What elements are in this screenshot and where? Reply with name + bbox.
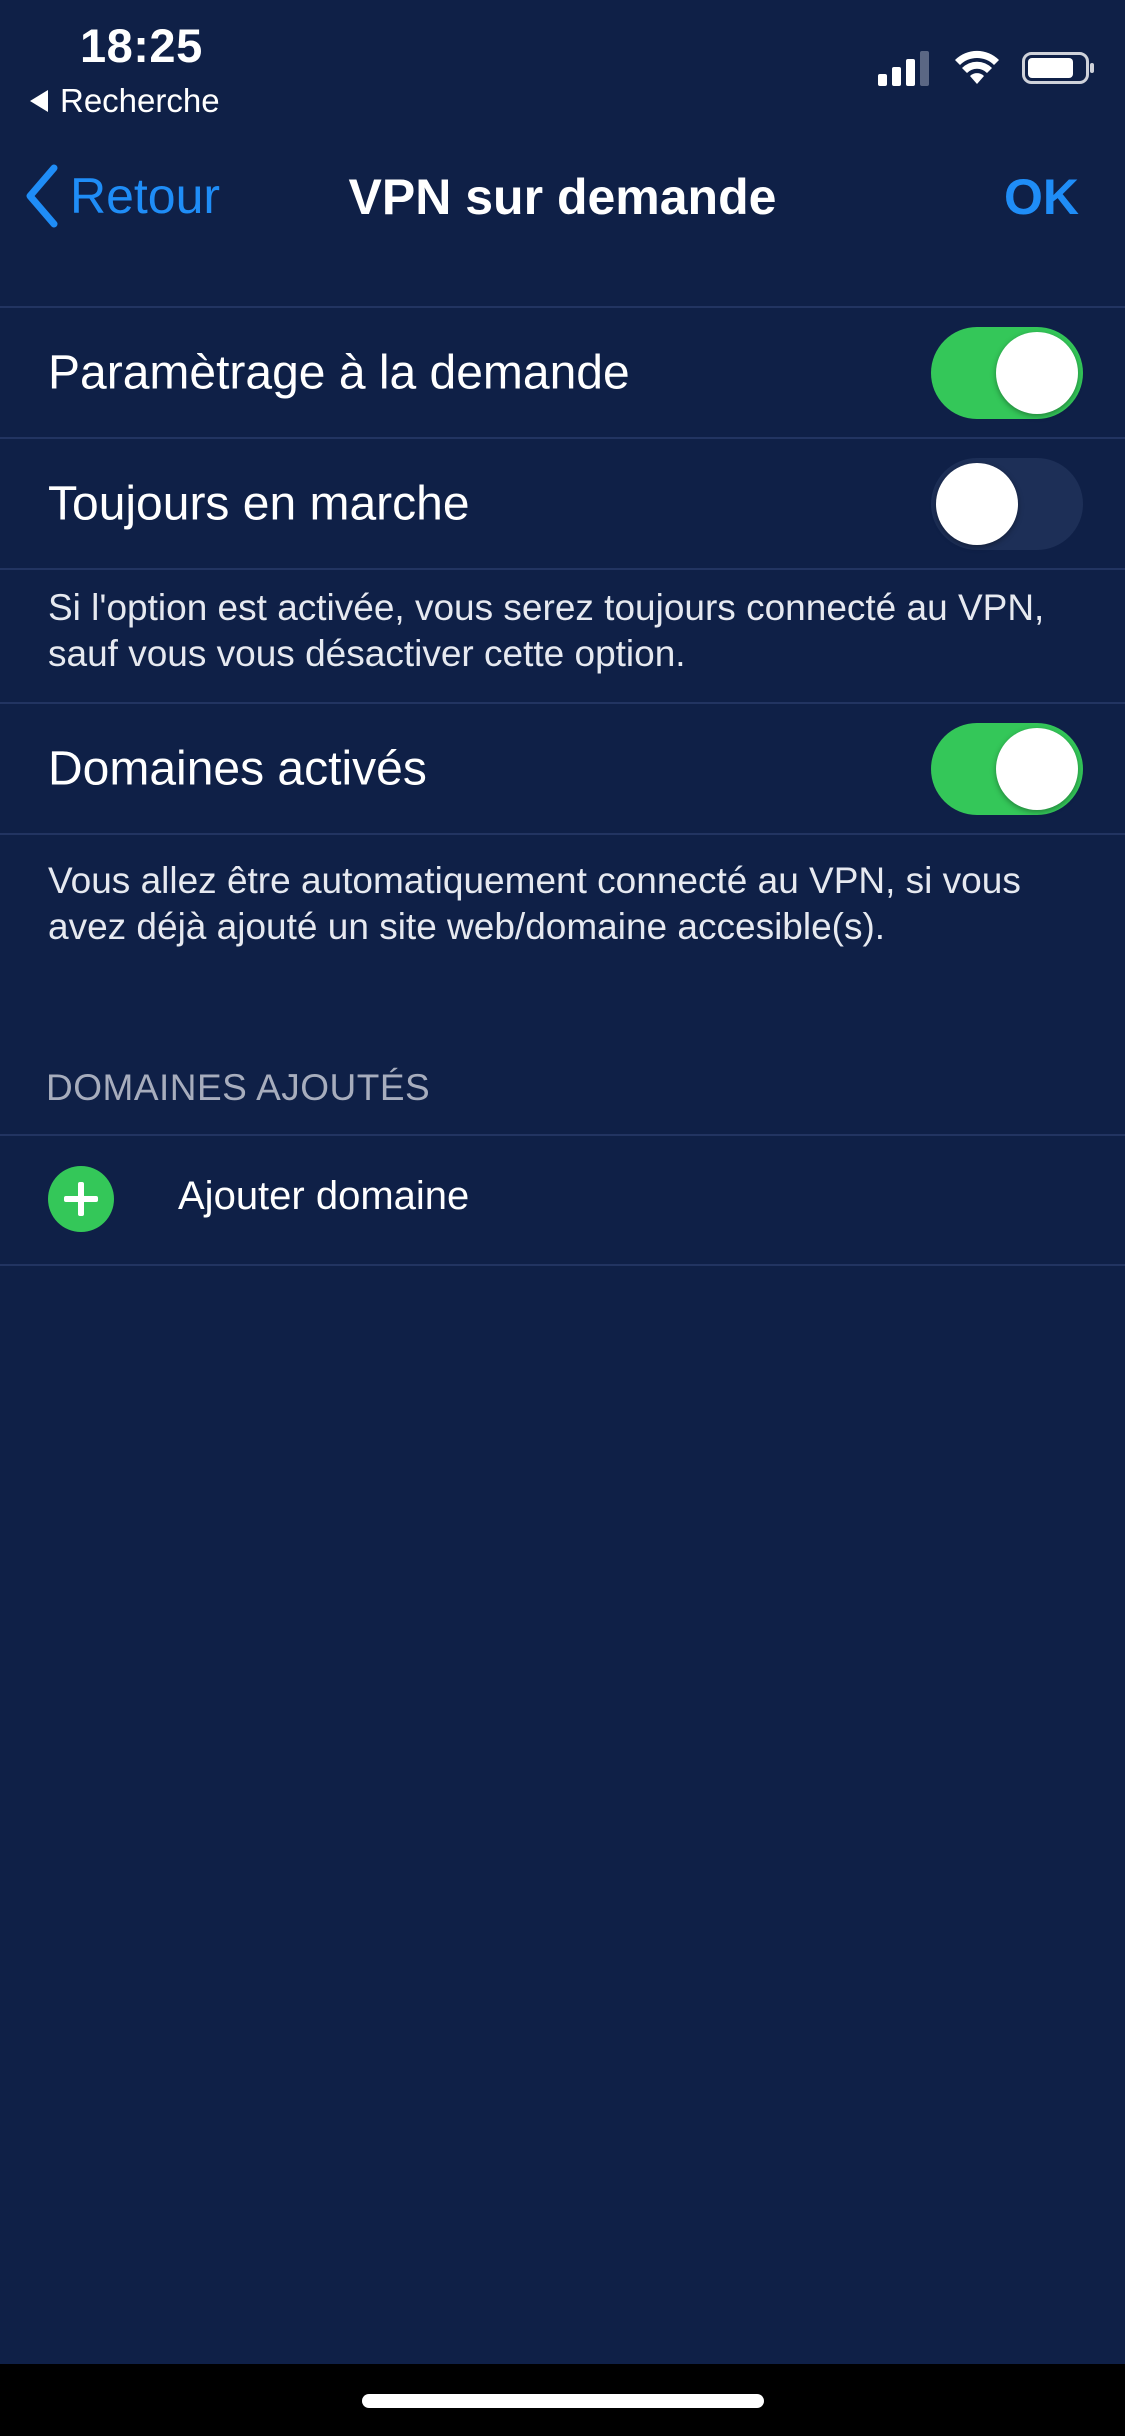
battery-icon: [1022, 52, 1094, 84]
always-on-label: Toujours en marche: [48, 477, 470, 530]
page-title: VPN sur demande: [348, 169, 777, 225]
toggle-knob: [936, 462, 1018, 545]
status-icons: [878, 50, 1096, 86]
cellular-signal-icon: [878, 51, 929, 86]
setting-row-always-on: Toujours en marche: [0, 437, 1125, 570]
always-on-toggle[interactable]: [931, 457, 1083, 550]
section-header-added-domains: DOMAINES AJOUTÉS: [46, 1067, 431, 1108]
add-circle-icon: [48, 1166, 114, 1232]
domains-note: Vous allez être automatiquement connecté…: [48, 860, 1021, 947]
status-back-to-app[interactable]: Recherche: [30, 82, 220, 120]
add-domain-row[interactable]: Ajouter domaine: [0, 1134, 1125, 1266]
status-time: 18:25: [80, 19, 203, 72]
ok-button[interactable]: OK: [1004, 168, 1079, 226]
back-triangle-icon: [30, 90, 48, 112]
toggle-knob: [996, 727, 1078, 810]
domains-enabled-toggle[interactable]: [931, 722, 1083, 815]
on-demand-toggle[interactable]: [931, 326, 1083, 419]
status-back-label: Recherche: [60, 82, 220, 119]
home-indicator[interactable]: [362, 2394, 764, 2408]
wifi-icon: [955, 50, 999, 84]
add-domain-label: Ajouter domaine: [178, 1174, 470, 1218]
toggle-knob: [996, 331, 1078, 414]
setting-row-domains-enabled: Domaines activés: [0, 702, 1125, 835]
always-on-note: Si l'option est activée, vous serez touj…: [48, 587, 1045, 674]
setting-row-on-demand: Paramètrage à la demande: [0, 306, 1125, 439]
on-demand-label: Paramètrage à la demande: [48, 346, 630, 399]
domains-enabled-label: Domaines activés: [48, 742, 427, 795]
